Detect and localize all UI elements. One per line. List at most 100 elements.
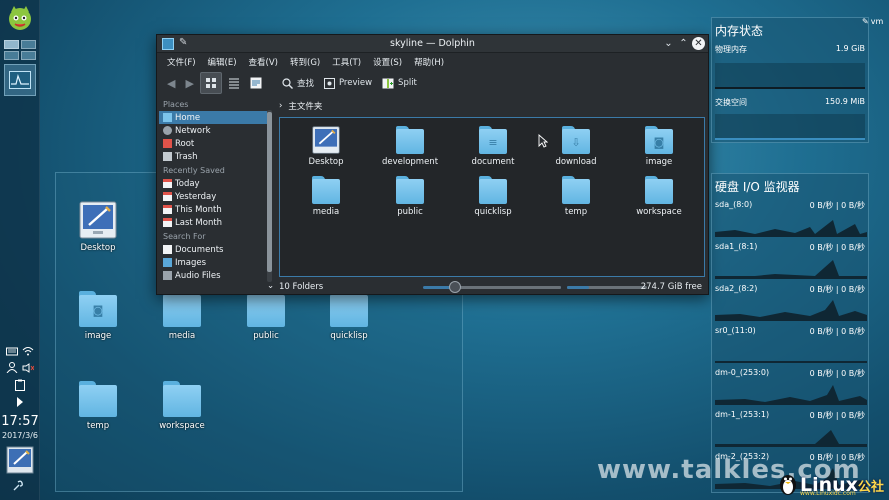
images-icon (163, 258, 172, 267)
clipboard-icon[interactable] (15, 379, 25, 391)
camera-icon: ◙ (92, 304, 104, 318)
swap-value: 150.9 MiB (824, 97, 865, 106)
io-graph-sda2 (715, 300, 867, 321)
desktop-icon-workspace[interactable]: workspace (142, 381, 222, 431)
split-view-icon (382, 78, 394, 88)
file-view[interactable]: Desktop development ≡ document ⇩ downloa… (279, 117, 705, 277)
volume-muted-icon[interactable] (22, 362, 34, 373)
io-device-value: 0 B/秒 | 0 B/秒 (809, 327, 865, 336)
menu-file[interactable]: 文件(F) (161, 53, 202, 69)
keyboard-icon[interactable] (6, 346, 18, 356)
pager-desktop-4[interactable] (21, 51, 36, 60)
menu-edit[interactable]: 编辑(E) (202, 53, 243, 69)
back-arrow-icon: ◀ (167, 76, 176, 90)
panel-settings-wrench-icon[interactable] (12, 480, 24, 495)
wifi-icon[interactable] (22, 346, 34, 356)
wrench-icon[interactable]: ✎ (862, 17, 869, 26)
swap-graph (715, 114, 865, 140)
pager-desktop-1[interactable] (4, 40, 19, 49)
user-icon[interactable] (6, 362, 18, 373)
menu-settings[interactable]: 设置(S) (367, 53, 408, 69)
split-button[interactable]: Split (378, 72, 421, 94)
menu-view[interactable]: 查看(V) (243, 53, 284, 69)
places-scrollbar-handle[interactable] (267, 112, 272, 272)
desktop-icon-label: public (253, 331, 279, 341)
minimize-button[interactable]: ⌄ (662, 37, 675, 50)
folder-icon (330, 291, 368, 327)
zoom-slider[interactable] (423, 286, 561, 289)
virtual-desktop-pager[interactable] (4, 40, 36, 60)
close-button[interactable]: ✕ (692, 37, 705, 50)
taskbar-system-monitor-icon[interactable] (4, 64, 36, 96)
io-row-sda2: sda2_(8:2) 0 B/秒 | 0 B/秒 (715, 284, 865, 294)
menu-go[interactable]: 转到(G) (284, 53, 326, 69)
places-item-trash[interactable]: Trash (159, 150, 271, 163)
pager-desktop-2[interactable] (21, 40, 36, 49)
dolphin-window[interactable]: ✎ skyline — Dolphin ⌄ ⌃ ✕ 文件(F) 编辑(E) 查看… (156, 34, 709, 295)
file-item-quicklisp[interactable]: quicklisp (451, 176, 535, 217)
maximize-button[interactable]: ⌃ (677, 37, 690, 50)
file-item-label: workspace (636, 207, 682, 217)
file-item-workspace[interactable]: workspace (617, 176, 701, 217)
places-item-yesterday[interactable]: Yesterday (159, 190, 271, 203)
application-launcher-icon[interactable] (6, 4, 34, 32)
menu-tools[interactable]: 工具(T) (326, 53, 367, 69)
details-view-button[interactable] (246, 72, 266, 94)
desktop-icon-temp[interactable]: temp (58, 381, 138, 431)
desktop-icon-desktop[interactable]: Desktop (58, 201, 138, 253)
clock-date[interactable]: 2017/3/6 (0, 431, 40, 440)
io-graph-sr0 (715, 361, 867, 363)
file-item-development[interactable]: development (368, 126, 452, 167)
memory-status-widget[interactable]: 内存状态 物理内存 1.9 GiB 交换空间 150.9 MiB (711, 17, 869, 143)
places-item-root[interactable]: Root (159, 137, 271, 150)
places-item-images[interactable]: Images (159, 256, 271, 269)
compact-view-button[interactable] (224, 72, 244, 94)
desktop-icon-quicklisp[interactable]: quicklisp (309, 291, 389, 341)
desktop-icon-label: quicklisp (330, 331, 368, 341)
desktop-icon-media[interactable]: media (142, 291, 222, 341)
calendar-icon (163, 179, 172, 188)
forward-button[interactable]: ▶ (181, 72, 197, 94)
places-item-this-month[interactable]: This Month (159, 203, 271, 216)
preview-button[interactable]: Preview (320, 72, 376, 94)
show-desktop-icon[interactable] (6, 446, 34, 474)
find-button[interactable]: 查找 (278, 72, 318, 94)
status-chevron-icon[interactable]: ⌄ (267, 281, 274, 291)
folder-count: 10 Folders (279, 282, 324, 292)
tray-row-4 (0, 397, 40, 407)
io-graph-dm1 (715, 430, 867, 447)
clock-time[interactable]: 17:57 (0, 414, 40, 429)
places-item-last-month[interactable]: Last Month (159, 216, 271, 229)
io-device-value: 0 B/秒 | 0 B/秒 (809, 411, 865, 420)
file-item-document[interactable]: ≡ document (451, 126, 535, 167)
desktop-icon-image[interactable]: ◙ image (58, 291, 138, 341)
file-item-image[interactable]: ◙ image (617, 126, 701, 167)
breadcrumb[interactable]: › 主文件夹 (279, 97, 699, 115)
back-button[interactable]: ◀ (163, 72, 179, 94)
file-item-temp[interactable]: temp (534, 176, 618, 217)
window-titlebar[interactable]: ✎ skyline — Dolphin ⌄ ⌃ ✕ (157, 35, 708, 53)
places-scrollbar[interactable] (267, 110, 272, 282)
desktop-icon-public[interactable]: public (226, 291, 306, 341)
io-device-label: sda_(8:0) (715, 200, 753, 209)
file-item-label: public (397, 207, 423, 217)
places-item-documents[interactable]: Documents (159, 243, 271, 256)
file-item-desktop[interactable]: Desktop (284, 126, 368, 167)
folder-icon (396, 176, 424, 204)
file-item-media[interactable]: media (284, 176, 368, 217)
pager-desktop-3[interactable] (4, 51, 19, 60)
menu-help[interactable]: 帮助(H) (408, 53, 450, 69)
breadcrumb-home[interactable]: 主文件夹 (288, 100, 322, 112)
icons-view-button[interactable] (199, 72, 222, 94)
file-item-public[interactable]: public (368, 176, 452, 217)
places-item-network[interactable]: Network (159, 124, 271, 137)
places-item-today[interactable]: Today (159, 177, 271, 190)
breadcrumb-chevron-icon[interactable]: › (279, 101, 282, 111)
places-item-home[interactable]: Home (159, 111, 271, 124)
zoom-slider-handle[interactable] (449, 281, 461, 293)
split-label: Split (398, 78, 417, 88)
expand-tray-arrow-icon[interactable] (16, 397, 24, 407)
disk-io-monitor-widget[interactable]: 硬盘 I/O 监视器 sda_(8:0) 0 B/秒 | 0 B/秒 sda1_… (711, 173, 869, 493)
disk-io-widget-title: 硬盘 I/O 监视器 (715, 180, 800, 194)
camera-emblem-icon: ◙ (653, 136, 665, 150)
